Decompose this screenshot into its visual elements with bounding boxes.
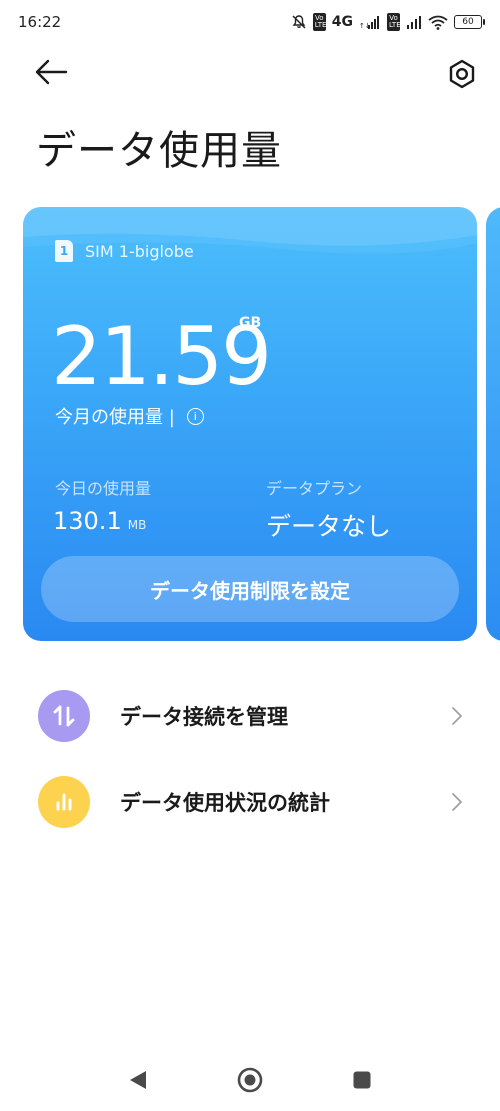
volte-badge-2: Vo LTE	[387, 13, 401, 31]
settings-button[interactable]	[444, 56, 480, 92]
monthly-usage-unit: GB	[239, 315, 262, 331]
next-sim-card-peek[interactable]	[486, 207, 500, 641]
battery-icon: 60	[454, 15, 485, 29]
signal-icon-1: ↑↓	[359, 15, 381, 29]
info-icon[interactable]: i	[186, 407, 204, 425]
data-transfer-icon	[38, 690, 90, 742]
today-usage-value: 130.1 MB	[53, 507, 146, 535]
data-plan-value[interactable]: データなし	[266, 507, 391, 543]
bar-chart-icon	[38, 776, 90, 828]
list-item-usage-statistics[interactable]: データ使用状況の統計	[0, 762, 500, 842]
today-usage-number: 130.1	[53, 507, 122, 535]
navigation-bar	[0, 1050, 500, 1111]
volte-badge-1: Vo LTE	[312, 13, 327, 31]
wifi-icon	[428, 15, 448, 30]
chevron-right-icon	[452, 707, 462, 725]
monthly-usage-value: 21.59	[51, 310, 272, 403]
page-title: データ使用量	[36, 128, 282, 174]
gear-icon	[449, 59, 475, 89]
top-bar	[0, 48, 500, 98]
list-item-manage-connections[interactable]: データ接続を管理	[0, 676, 500, 756]
home-circle-icon	[237, 1067, 263, 1093]
list-item-label: データ使用状況の統計	[120, 791, 330, 815]
monthly-usage-label: 今月の使用量 | i	[55, 403, 204, 429]
status-time: 16:22	[18, 13, 62, 31]
chevron-right-icon	[452, 793, 462, 811]
signal-icon-2	[406, 15, 422, 29]
list-item-label: データ接続を管理	[120, 705, 288, 729]
sim-usage-card: 1 SIM 1-biglobe 21.59 GB 今月の使用量 | i 今日の使…	[23, 207, 477, 641]
status-icons: Vo LTE 4G ↑↓ Vo LTE 60	[291, 13, 485, 31]
data-plan-label: データプラン	[266, 479, 363, 498]
nav-back-button[interactable]	[126, 1068, 148, 1096]
sim-name: 1 SIM 1-biglobe	[55, 240, 194, 262]
sim-name-text: SIM 1-biglobe	[85, 241, 194, 261]
nav-home-button[interactable]	[237, 1067, 263, 1097]
sim-card-icon: 1	[55, 240, 73, 262]
today-usage-unit: MB	[127, 518, 147, 532]
screen: 16:22 Vo LTE 4G ↑↓ Vo LTE 60 データ使用量 1 SI…	[0, 0, 500, 1111]
monthly-usage-label-text: 今月の使用量 |	[55, 407, 175, 428]
back-arrow-icon	[35, 59, 68, 85]
back-button[interactable]	[32, 56, 72, 88]
status-bar: 16:22 Vo LTE 4G ↑↓ Vo LTE 60	[0, 0, 500, 44]
recents-square-icon	[353, 1071, 371, 1089]
set-data-limit-button[interactable]: データ使用制限を設定	[41, 556, 459, 622]
network-type: 4G	[331, 14, 353, 30]
today-usage-label: 今日の使用量	[55, 479, 152, 498]
triangle-back-icon	[130, 1071, 146, 1089]
mute-icon	[291, 14, 307, 30]
nav-recents-button[interactable]	[352, 1070, 372, 1094]
